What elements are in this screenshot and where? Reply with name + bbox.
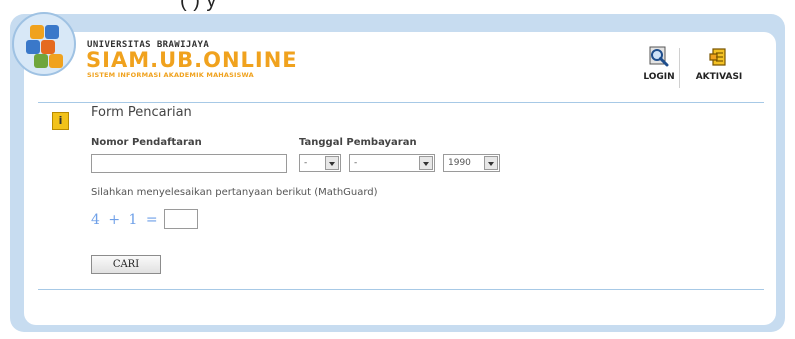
siam-logo-icon [12, 12, 76, 76]
header-divider [38, 102, 764, 103]
activation-icon [709, 48, 726, 66]
nav-divider [679, 48, 680, 88]
nomor-pendaftaran-input[interactable] [91, 154, 287, 173]
login-link[interactable]: LOGIN [629, 45, 689, 82]
login-label: LOGIN [643, 72, 675, 82]
chevron-down-icon[interactable] [325, 156, 339, 170]
nomor-pendaftaran-label: Nomor Pendaftaran [91, 137, 202, 148]
info-icon: i [52, 112, 69, 130]
top-caption-text: ( ) y [180, 0, 217, 12]
day-select-value: - [304, 158, 308, 168]
aktivasi-label: AKTIVASI [695, 72, 743, 82]
captcha-answer-input[interactable] [164, 209, 198, 229]
tanggal-pembayaran-label: Tanggal Pembayaran [299, 137, 417, 148]
chevron-down-icon[interactable] [484, 156, 498, 170]
mathguard-instruction: Silahkan menyelesaikan pertanyaan beriku… [91, 187, 378, 198]
month-select[interactable]: - [349, 154, 435, 172]
day-select[interactable]: - [299, 154, 341, 172]
year-select[interactable]: 1990 [443, 154, 500, 172]
form-title: Form Pencarian [91, 105, 192, 120]
top-caption-cropped: ( ) y [0, 0, 795, 14]
app-subtitle: SISTEM INFORMASI AKADEMIK MAHASISWA [87, 71, 254, 79]
aktivasi-link[interactable]: AKTIVASI [689, 45, 749, 82]
captcha-expression: 4 + 1 = [91, 212, 160, 228]
month-select-value: - [354, 158, 358, 168]
magnifier-icon [649, 46, 669, 67]
year-select-value: 1990 [448, 158, 471, 168]
footer-divider [38, 289, 764, 290]
app-name: SIAM.UB.ONLINE [86, 48, 298, 72]
chevron-down-icon[interactable] [419, 156, 433, 170]
cari-button[interactable]: CARI [91, 255, 161, 274]
